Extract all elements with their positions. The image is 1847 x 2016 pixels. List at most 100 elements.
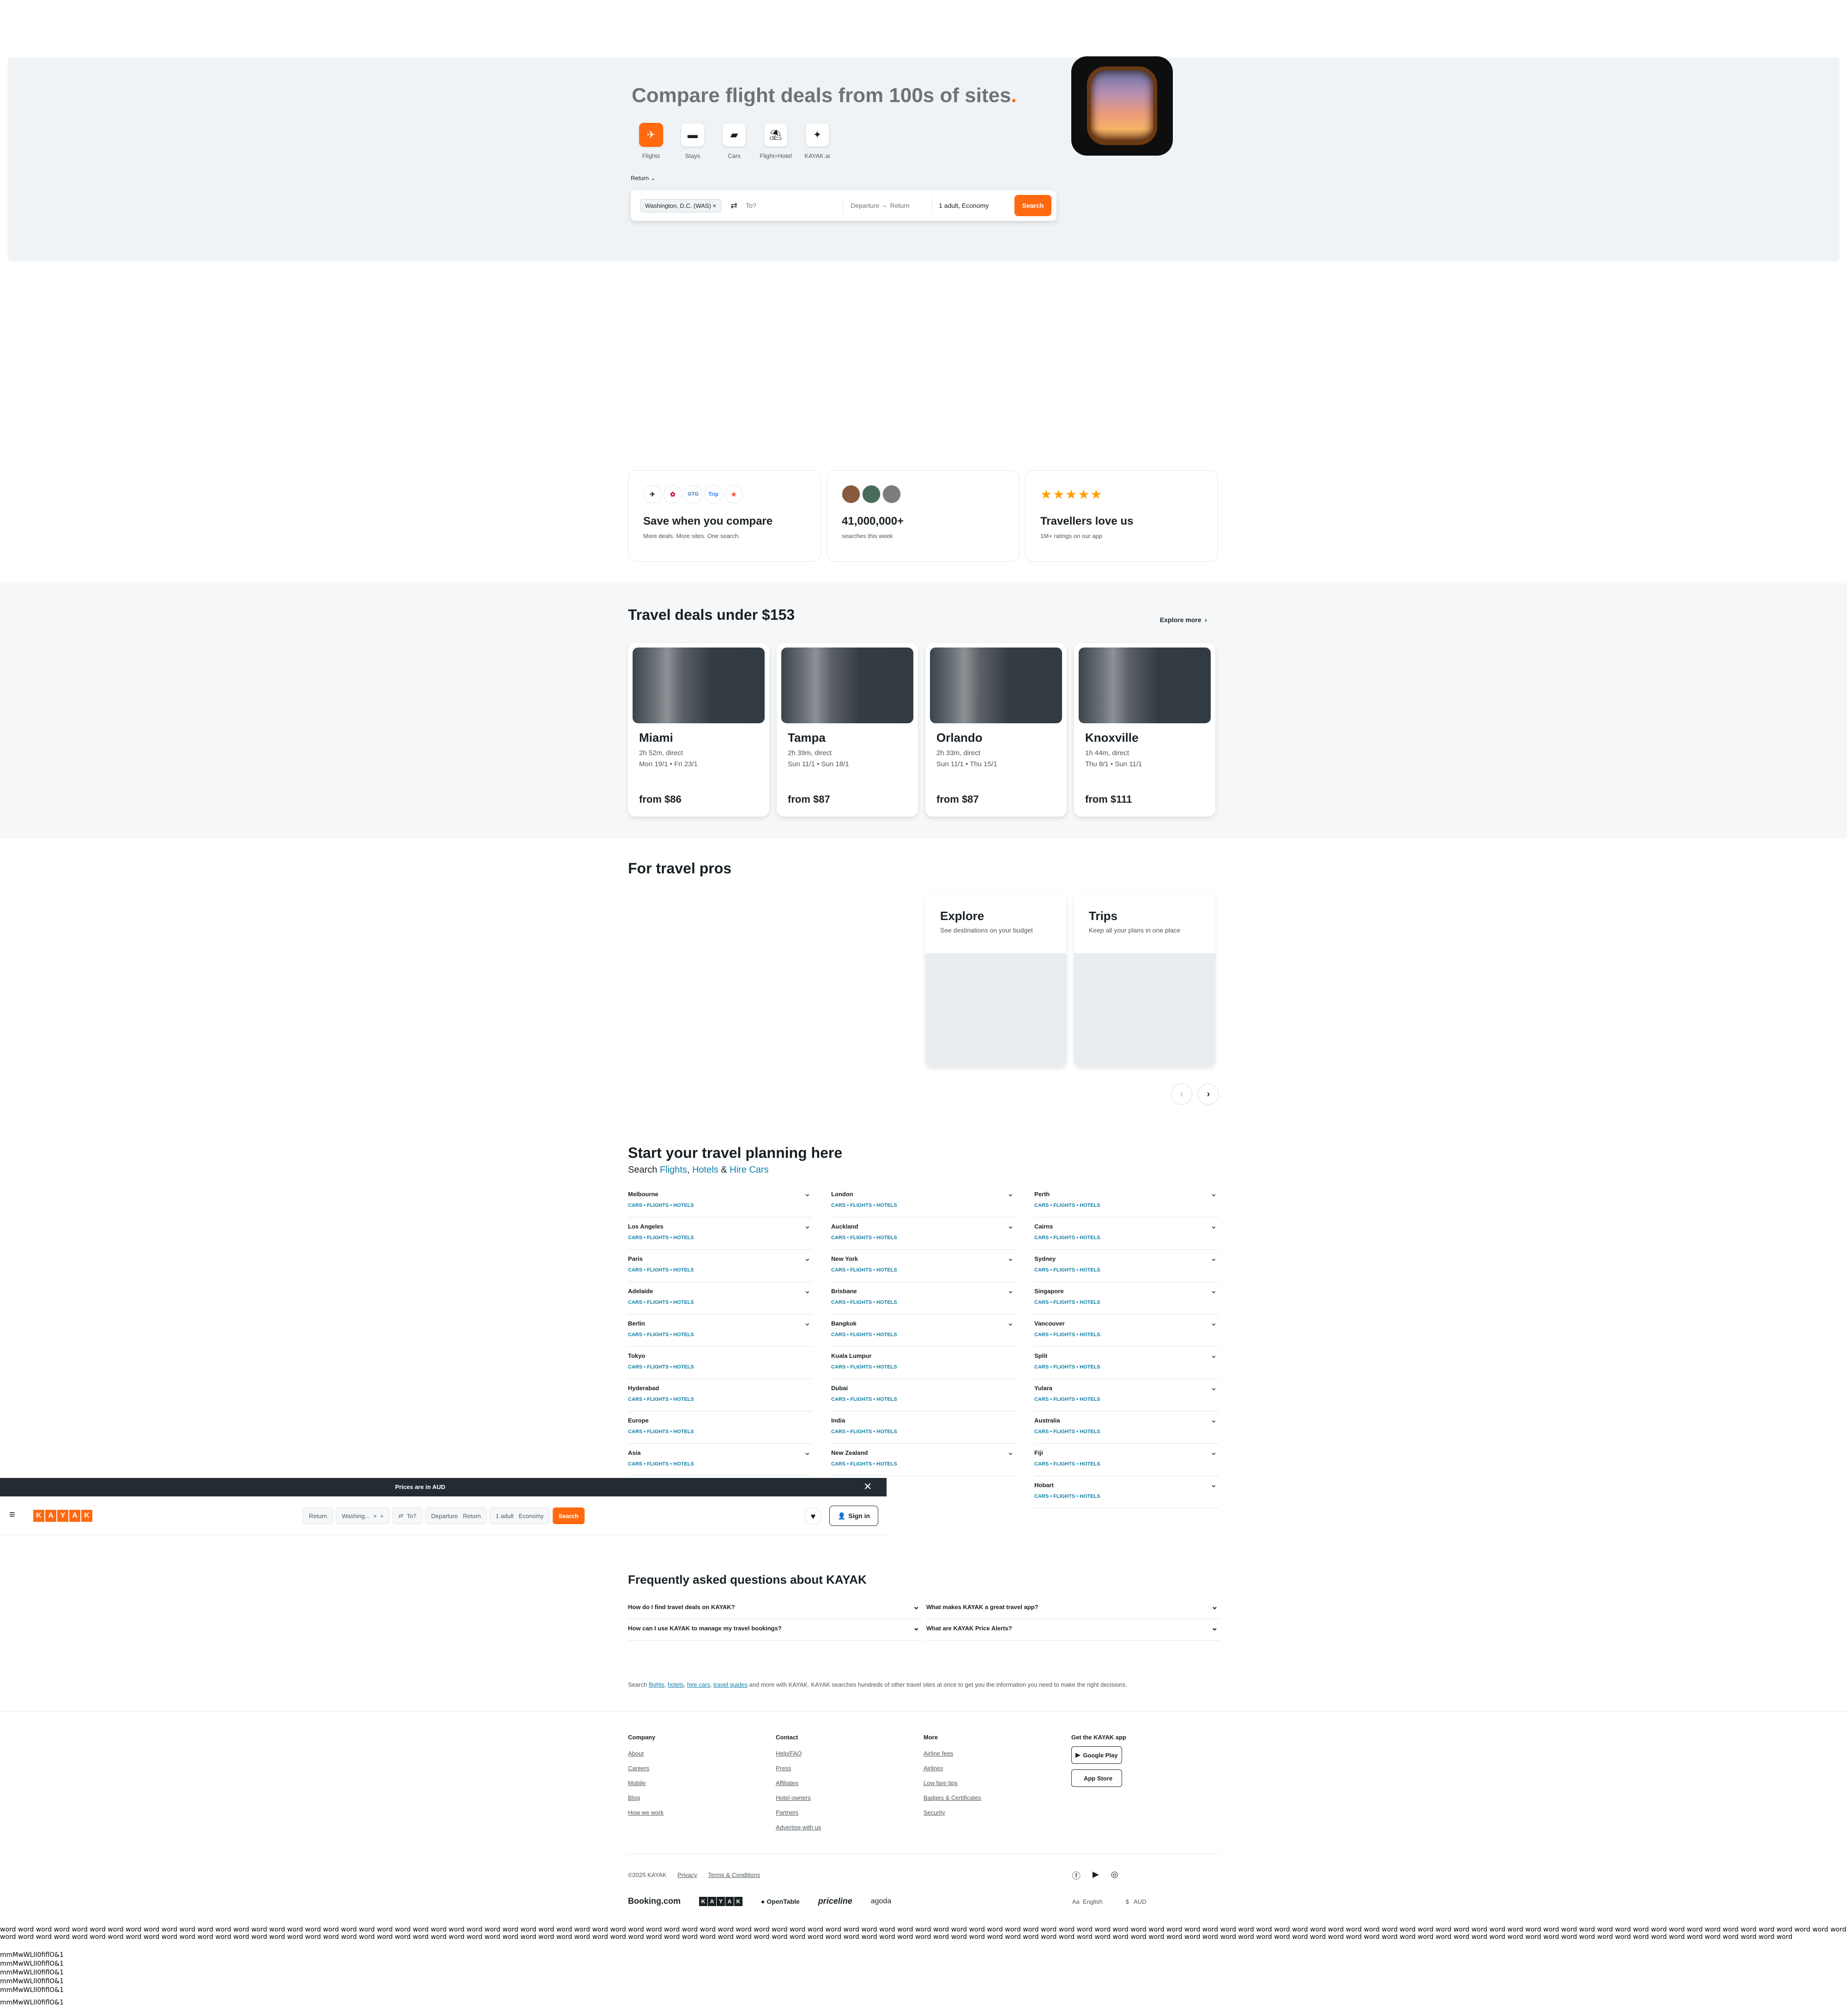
destination-item[interactable]: Los Angeles CARS • FLIGHTS • HOTELS ⌄ bbox=[628, 1217, 813, 1250]
currency-select[interactable]: $ AUD bbox=[1126, 1898, 1147, 1905]
destination-item[interactable]: New Zealand CARS • FLIGHTS • HOTELS ⌄ bbox=[831, 1444, 1016, 1476]
footer-link[interactable]: How we work bbox=[628, 1809, 664, 1816]
destination-links[interactable]: CARS • FLIGHTS • HOTELS bbox=[1034, 1429, 1100, 1435]
chevron-down-icon[interactable]: ⌄ bbox=[1210, 1221, 1217, 1231]
destination-item[interactable]: Cairns CARS • FLIGHTS • HOTELS ⌄ bbox=[1034, 1217, 1219, 1250]
destination-item[interactable]: Hobart CARS • FLIGHTS • HOTELS ⌄ bbox=[1034, 1476, 1219, 1508]
destination-links[interactable]: CARS • FLIGHTS • HOTELS bbox=[1034, 1461, 1100, 1467]
footer-link[interactable]: Partners bbox=[776, 1809, 821, 1816]
carousel-prev-button[interactable]: ‹ bbox=[1171, 1084, 1192, 1105]
footer-link[interactable]: Affiliates bbox=[776, 1780, 821, 1786]
heart-icon[interactable]: ♥ bbox=[804, 1507, 822, 1525]
destination-links[interactable]: CARS • FLIGHTS • HOTELS bbox=[628, 1203, 694, 1208]
destination-links[interactable]: CARS • FLIGHTS • HOTELS bbox=[628, 1461, 694, 1467]
kayak-logo[interactable]: KAYAK bbox=[33, 1510, 92, 1522]
chevron-down-icon[interactable]: ⌄ bbox=[804, 1447, 811, 1457]
destination-input[interactable]: ⇄ To? bbox=[392, 1507, 423, 1524]
trip-type-select[interactable]: Return bbox=[303, 1507, 333, 1524]
footer-link[interactable]: Security bbox=[924, 1809, 981, 1816]
destination-links[interactable]: CARS • FLIGHTS • HOTELS bbox=[831, 1300, 897, 1305]
destination-item[interactable]: Brisbane CARS • FLIGHTS • HOTELS ⌄ bbox=[831, 1282, 1016, 1314]
close-icon[interactable]: × bbox=[712, 202, 716, 209]
flights-link[interactable]: flights bbox=[649, 1681, 664, 1688]
chevron-down-icon[interactable]: ⌄ bbox=[804, 1253, 811, 1263]
destination-item[interactable]: Perth CARS • FLIGHTS • HOTELS ⌄ bbox=[1034, 1185, 1219, 1217]
language-select[interactable]: Aa English bbox=[1072, 1898, 1103, 1905]
footer-link[interactable]: Mobile bbox=[628, 1780, 664, 1786]
destination-item[interactable]: Australia CARS • FLIGHTS • HOTELS ⌄ bbox=[1034, 1411, 1219, 1444]
chevron-down-icon[interactable]: ⌄ bbox=[1210, 1480, 1217, 1489]
footer-link[interactable]: Airlines bbox=[924, 1765, 981, 1772]
tab-kayak-ai[interactable]: ✦ KAYAK.ai bbox=[804, 123, 830, 159]
search-button[interactable]: Search bbox=[552, 1507, 585, 1524]
destination-links[interactable]: CARS • FLIGHTS • HOTELS bbox=[831, 1364, 897, 1370]
app-store-button[interactable]: App Store bbox=[1071, 1769, 1122, 1787]
search-button[interactable]: Search bbox=[1014, 195, 1052, 216]
tab-cars[interactable]: ▰ Cars bbox=[722, 123, 746, 159]
faq-item[interactable]: What makes KAYAK a great travel app? ⌄ bbox=[926, 1598, 1220, 1619]
chevron-down-icon[interactable]: ⌄ bbox=[1007, 1286, 1014, 1296]
origin-chip[interactable]: Washington, D.C. (WAS) × bbox=[640, 199, 722, 212]
menu-icon[interactable]: ≡ bbox=[9, 1508, 15, 1520]
chevron-down-icon[interactable]: ⌄ bbox=[1007, 1318, 1014, 1328]
chevron-down-icon[interactable]: ⌄ bbox=[1007, 1253, 1014, 1263]
destination-links[interactable]: CARS • FLIGHTS • HOTELS bbox=[831, 1397, 897, 1402]
chevron-down-icon[interactable]: ⌄ bbox=[1210, 1415, 1217, 1425]
faq-item[interactable]: How can I use KAYAK to manage my travel … bbox=[628, 1619, 922, 1641]
destination-links[interactable]: CARS • FLIGHTS • HOTELS bbox=[628, 1332, 694, 1338]
destination-item[interactable]: Vancouver CARS • FLIGHTS • HOTELS ⌄ bbox=[1034, 1314, 1219, 1347]
destination-links[interactable]: CARS • FLIGHTS • HOTELS bbox=[628, 1364, 694, 1370]
destination-links[interactable]: CARS • FLIGHTS • HOTELS bbox=[1034, 1300, 1100, 1305]
google-play-button[interactable]: ▶ Google Play bbox=[1071, 1746, 1122, 1764]
destination-item[interactable]: New York CARS • FLIGHTS • HOTELS ⌄ bbox=[831, 1250, 1016, 1282]
destination-item[interactable]: Berlin CARS • FLIGHTS • HOTELS ⌄ bbox=[628, 1314, 813, 1347]
deal-card[interactable]: Tampa 2h 39m, direct Sun 11/1 • Sun 18/1… bbox=[777, 643, 918, 817]
terms-link[interactable]: Terms & Conditions bbox=[708, 1871, 760, 1878]
hire-cars-link[interactable]: hire cars bbox=[687, 1681, 710, 1688]
facebook-icon[interactable]: ⓕ bbox=[1072, 1870, 1080, 1882]
footer-link[interactable]: Badges & Certificates bbox=[924, 1794, 981, 1801]
origin-chip[interactable]: Washing... × + bbox=[336, 1507, 390, 1524]
chevron-down-icon[interactable]: ⌄ bbox=[804, 1318, 811, 1328]
destination-links[interactable]: CARS • FLIGHTS • HOTELS bbox=[1034, 1494, 1100, 1499]
instagram-icon[interactable]: ◎ bbox=[1111, 1870, 1118, 1882]
destination-item[interactable]: Fiji CARS • FLIGHTS • HOTELS ⌄ bbox=[1034, 1444, 1219, 1476]
destination-item[interactable]: Adelaide CARS • FLIGHTS • HOTELS ⌄ bbox=[628, 1282, 813, 1314]
footer-link[interactable]: About bbox=[628, 1750, 664, 1757]
deal-card[interactable]: Orlando 2h 33m, direct Sun 11/1 • Thu 15… bbox=[925, 643, 1067, 817]
footer-link[interactable]: Blog bbox=[628, 1794, 664, 1801]
footer-link[interactable]: Careers bbox=[628, 1765, 664, 1772]
chevron-down-icon[interactable]: ⌄ bbox=[1210, 1318, 1217, 1328]
destination-links[interactable]: CARS • FLIGHTS • HOTELS bbox=[831, 1332, 897, 1338]
carousel-next-button[interactable]: › bbox=[1198, 1084, 1219, 1105]
date-picker[interactable]: Departure Return bbox=[425, 1507, 487, 1524]
destination-item[interactable]: Auckland CARS • FLIGHTS • HOTELS ⌄ bbox=[831, 1217, 1016, 1250]
destination-links[interactable]: CARS • FLIGHTS • HOTELS bbox=[831, 1461, 897, 1467]
youtube-icon[interactable]: ▶ bbox=[1093, 1870, 1099, 1882]
destination-item[interactable]: Singapore CARS • FLIGHTS • HOTELS ⌄ bbox=[1034, 1282, 1219, 1314]
destination-item[interactable]: London CARS • FLIGHTS • HOTELS ⌄ bbox=[831, 1185, 1016, 1217]
chevron-down-icon[interactable]: ⌄ bbox=[1210, 1189, 1217, 1199]
sign-in-button[interactable]: 👤 Sign in bbox=[829, 1506, 878, 1526]
travel-guides-link[interactable]: travel guides bbox=[713, 1681, 748, 1688]
pro-card-trips[interactable]: Trips Keep all your plans in one place bbox=[1074, 893, 1215, 1067]
close-icon[interactable]: × bbox=[373, 1513, 377, 1520]
chevron-down-icon[interactable]: ⌄ bbox=[804, 1286, 811, 1296]
destination-item[interactable]: Sydney CARS • FLIGHTS • HOTELS ⌄ bbox=[1034, 1250, 1219, 1282]
destination-item[interactable]: Split CARS • FLIGHTS • HOTELS ⌄ bbox=[1034, 1347, 1219, 1379]
swap-icon[interactable]: ⇄ bbox=[398, 1512, 404, 1520]
destination-links[interactable]: CARS • FLIGHTS • HOTELS bbox=[628, 1300, 694, 1305]
destination-links[interactable]: CARS • FLIGHTS • HOTELS bbox=[1034, 1203, 1100, 1208]
destination-item[interactable]: Dubai CARS • FLIGHTS • HOTELS bbox=[831, 1379, 1016, 1411]
destination-links[interactable]: CARS • FLIGHTS • HOTELS bbox=[628, 1429, 694, 1435]
travellers-select[interactable]: 1 adult, Economy bbox=[939, 202, 1008, 209]
destination-item[interactable]: Europe CARS • FLIGHTS • HOTELS bbox=[628, 1411, 813, 1444]
footer-link[interactable]: Low fare tips bbox=[924, 1780, 981, 1786]
destination-item[interactable]: India CARS • FLIGHTS • HOTELS bbox=[831, 1411, 1016, 1444]
destination-item[interactable]: Asia CARS • FLIGHTS • HOTELS ⌄ bbox=[628, 1444, 813, 1476]
destination-item[interactable]: Bangkok CARS • FLIGHTS • HOTELS ⌄ bbox=[831, 1314, 1016, 1347]
hire-cars-link[interactable]: Hire Cars bbox=[730, 1165, 768, 1175]
privacy-link[interactable]: Privacy bbox=[677, 1871, 697, 1878]
footer-link[interactable]: Press bbox=[776, 1765, 821, 1772]
destination-item[interactable]: Paris CARS • FLIGHTS • HOTELS ⌄ bbox=[628, 1250, 813, 1282]
